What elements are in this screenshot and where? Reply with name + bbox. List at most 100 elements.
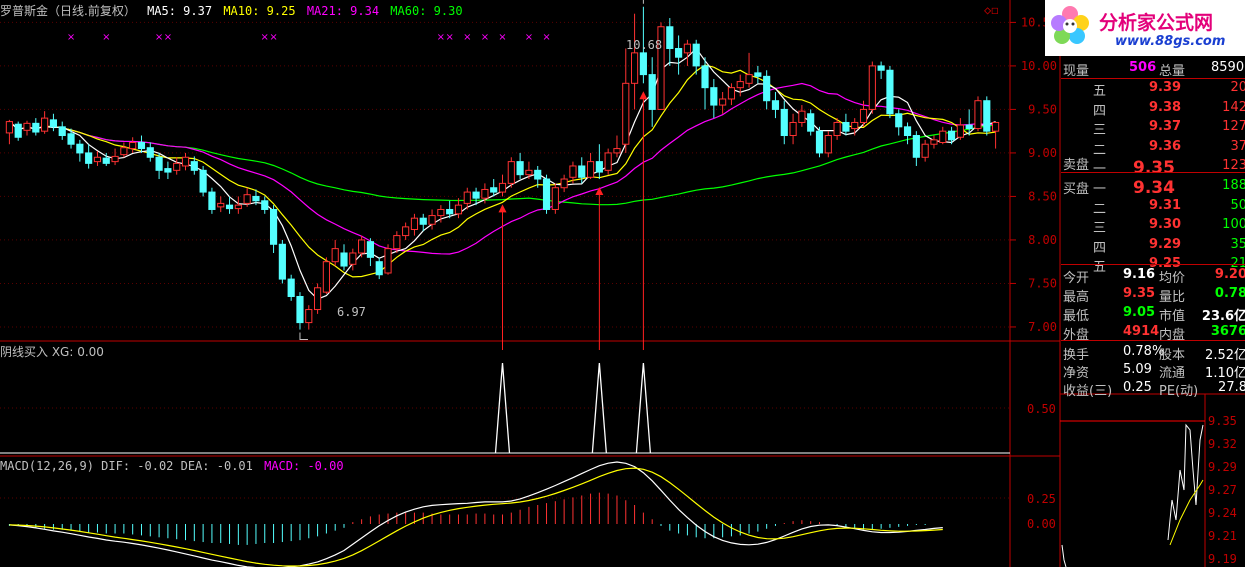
- candle-body: [851, 121, 859, 130]
- x-marker: ×: [437, 32, 445, 43]
- candle-body: [384, 248, 392, 274]
- candle-body: [974, 100, 982, 130]
- candle-body: [542, 178, 551, 210]
- chart-grid: [0, 0, 1061, 567]
- candle-body: [586, 161, 595, 178]
- candle-body: [314, 287, 322, 311]
- x-marker: ×: [67, 32, 75, 43]
- y-tick-label: 9.00: [1028, 146, 1057, 160]
- x-marker: ×: [463, 32, 471, 43]
- x-marker: ×: [102, 32, 110, 43]
- candle-body: [410, 217, 419, 230]
- candle-body: [868, 65, 876, 110]
- candle-body: [551, 187, 559, 210]
- candle-body: [727, 87, 736, 100]
- stat-label: PE(动): [1159, 384, 1199, 399]
- quote-stat-row: 收益(三) 0.25 PE(动) 27.8: [1061, 378, 1245, 399]
- buy-volume: 35: [1230, 236, 1245, 252]
- intraday-tick: 9.29: [1208, 460, 1237, 474]
- quote-row-volume: 现量 506 总量 8590: [1061, 58, 1245, 79]
- candle-body: [146, 147, 154, 158]
- stock-title: 罗普斯金（日线.前复权）: [0, 4, 136, 18]
- stat-value: 5.09: [1123, 362, 1152, 377]
- sell-order-row: 五 9.39 20: [1061, 78, 1245, 99]
- x-marker: ×: [164, 32, 172, 43]
- candle-body: [23, 122, 31, 131]
- candle-body: [173, 162, 181, 171]
- buy-level: 四: [1093, 240, 1107, 256]
- candle-body: [930, 139, 938, 145]
- y-axis-ticks: 10.5010.009.509.008.508.007.507.00: [1010, 15, 1057, 334]
- sell-price: 9.37: [1149, 119, 1182, 134]
- candle-body: [5, 121, 13, 134]
- candle-body: [454, 204, 463, 215]
- candle-body: [780, 108, 788, 137]
- square-icon[interactable]: ◻: [991, 3, 998, 17]
- candle-body: [701, 65, 709, 89]
- candle-body: [428, 215, 436, 225]
- candle-body: [419, 217, 427, 225]
- buy-volume: 50: [1230, 197, 1245, 213]
- candle-body: [225, 204, 234, 210]
- candle-body: [366, 241, 375, 258]
- candle-body: [349, 252, 357, 265]
- candle-body: [208, 191, 216, 210]
- sell-order-row: 四 9.38 142: [1061, 98, 1245, 119]
- candle-body: [578, 165, 586, 178]
- sell-volume: 142: [1222, 99, 1245, 115]
- candle-body: [296, 295, 304, 324]
- candle-body: [754, 72, 762, 77]
- stat-value: 9.05: [1123, 305, 1156, 320]
- candle-body: [85, 152, 93, 164]
- candle-body: [49, 119, 58, 128]
- x-marker: ×: [261, 32, 269, 43]
- y-tick-label: 8.00: [1028, 233, 1057, 247]
- buy-price: 9.30: [1149, 217, 1182, 232]
- buy-order-row: 一 9.34 188: [1061, 176, 1245, 198]
- candle-body: [261, 200, 269, 210]
- candle-body: [745, 74, 753, 84]
- candle-body: [956, 124, 964, 138]
- low-pointer: [299, 332, 308, 341]
- candle-body: [14, 123, 22, 138]
- stat-value: 9.35: [1123, 286, 1156, 301]
- x-marker: ×: [481, 32, 489, 43]
- candle-body: [287, 278, 295, 297]
- candle-body: [243, 194, 251, 204]
- corner-icons[interactable]: ◇◻: [984, 3, 998, 17]
- candle-body: [393, 235, 401, 250]
- buy-signals: [0, 91, 1010, 454]
- candle-body: [903, 126, 912, 137]
- candle-body: [666, 26, 674, 50]
- value-cur-volume: 506: [1129, 60, 1157, 75]
- candle-body: [516, 161, 524, 176]
- y-tick-label: 7.00: [1028, 320, 1057, 334]
- candle-body: [58, 126, 66, 137]
- macd-label: MACD(12,26,9) DIF: -0.02 DEA: -0.01: [0, 459, 253, 473]
- quote-divider: [1061, 340, 1245, 341]
- candle-body: [164, 168, 172, 173]
- candle-body: [912, 135, 920, 158]
- candle-body: [129, 141, 137, 150]
- candle-body: [190, 161, 198, 171]
- quote-stat-row: 外盘 4914 内盘 3676: [1061, 322, 1245, 343]
- macd-tick-1: 0.00: [1027, 517, 1056, 531]
- stat-value: 9.20: [1214, 267, 1245, 282]
- ma21-label: MA21: 9.34: [306, 4, 380, 18]
- macd-tick-0: 0.25: [1027, 492, 1056, 506]
- stat-label: 收益(三): [1063, 384, 1113, 399]
- sell-label: 卖盘: [1063, 158, 1090, 173]
- candle-body: [983, 100, 991, 132]
- quote-panel: 现量 506 总量 8590 五 9.39 20 四 9.38 142 三 9.37 127 二 9…: [1061, 56, 1245, 399]
- sell-order-row: 三 9.37 127: [1061, 117, 1245, 138]
- logo-title: 分析家公式网: [1099, 12, 1214, 34]
- candle-body: [560, 178, 568, 189]
- intraday-tick: 9.32: [1208, 437, 1237, 451]
- candle-body: [181, 156, 190, 167]
- candle-body: [525, 169, 533, 176]
- x-marker: ×: [445, 32, 453, 43]
- signal-spike: [494, 362, 511, 454]
- candle-body: [833, 121, 841, 137]
- candle-body: [613, 148, 621, 154]
- candle-body: [102, 157, 110, 164]
